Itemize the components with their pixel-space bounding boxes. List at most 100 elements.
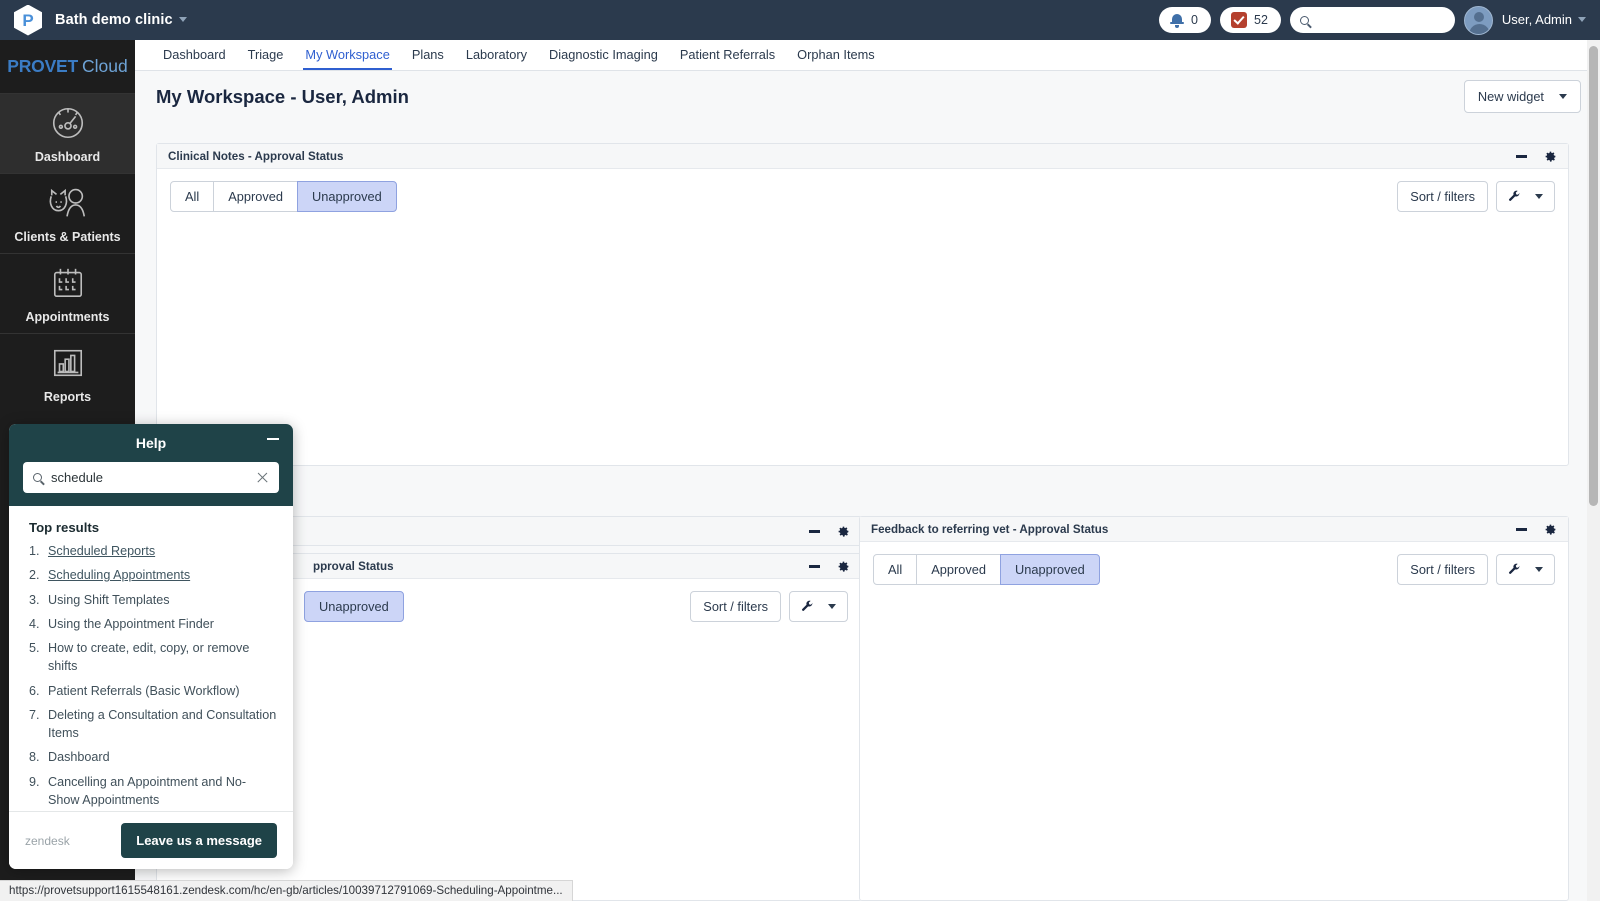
- logo-letter: P: [22, 12, 33, 29]
- sort-filters-button[interactable]: Sort / filters: [1397, 181, 1488, 212]
- global-search[interactable]: [1290, 7, 1455, 33]
- filter-unapproved[interactable]: Unapproved: [1000, 554, 1100, 585]
- main-content: Dashboard Triage My Workspace Plans Labo…: [135, 40, 1600, 901]
- help-panel-footer: zendesk Leave us a message: [9, 811, 293, 869]
- list-item[interactable]: Deleting a Consultation and Consultation…: [29, 706, 277, 743]
- tab-diagnostic-imaging[interactable]: Diagnostic Imaging: [538, 47, 669, 70]
- sidebar-item-label: Appointments: [25, 310, 109, 324]
- help-search[interactable]: [23, 462, 279, 493]
- list-item[interactable]: Patient Referrals (Basic Workflow): [29, 682, 277, 700]
- list-item[interactable]: Using Shift Templates: [29, 591, 277, 609]
- sort-filters-button[interactable]: Sort / filters: [1397, 554, 1488, 585]
- tab-my-workspace[interactable]: My Workspace: [294, 47, 400, 70]
- scrollbar-thumb[interactable]: [1589, 46, 1598, 506]
- minimize-icon[interactable]: [1516, 155, 1527, 158]
- logo-primary-text: PROVET: [7, 56, 78, 77]
- provet-logo-icon: P: [14, 5, 42, 36]
- tab-dashboard[interactable]: Dashboard: [152, 47, 237, 70]
- sidebar-item-label: Reports: [44, 390, 91, 404]
- top-results-heading: Top results: [29, 520, 277, 535]
- gear-icon[interactable]: [1544, 150, 1557, 163]
- wrench-icon: [1508, 190, 1521, 203]
- filter-approved[interactable]: Approved: [916, 554, 1001, 585]
- list-item[interactable]: Cancelling an Appointment and No-Show Ap…: [29, 773, 277, 810]
- sidebar-item-dashboard[interactable]: Dashboard: [0, 93, 135, 173]
- wrench-icon: [801, 600, 814, 613]
- list-item[interactable]: Scheduled Reports: [29, 542, 277, 560]
- notifications-button[interactable]: 0: [1159, 7, 1211, 33]
- tab-patient-referrals[interactable]: Patient Referrals: [669, 47, 786, 70]
- notifications-count: 0: [1191, 13, 1198, 27]
- tasks-button[interactable]: 52: [1220, 7, 1281, 33]
- list-item[interactable]: Scheduling Appointments: [29, 566, 277, 584]
- leave-message-button[interactable]: Leave us a message: [121, 823, 277, 858]
- filter-all[interactable]: All: [873, 554, 917, 585]
- filter-unapproved[interactable]: Unapproved: [304, 591, 404, 622]
- gear-icon[interactable]: [837, 525, 850, 538]
- filter-all[interactable]: All: [170, 181, 214, 212]
- clear-icon[interactable]: [256, 471, 269, 484]
- widget-feedback-referring-vet: Feedback to referring vet - Approval Sta…: [859, 516, 1569, 901]
- gauge-icon: [46, 103, 90, 143]
- gear-icon[interactable]: [837, 560, 850, 573]
- minimize-icon[interactable]: [809, 530, 820, 533]
- clinic-selector[interactable]: Bath demo clinic: [42, 11, 187, 29]
- browser-status-bar: https://provetsupport1615548161.zendesk.…: [0, 880, 573, 901]
- chevron-down-icon: [1578, 17, 1586, 22]
- sidebar-item-label: Clients & Patients: [14, 230, 120, 244]
- result-link[interactable]: Scheduling Appointments: [48, 568, 190, 582]
- help-results-body: Top results Scheduled Reports Scheduling…: [9, 506, 293, 811]
- tab-triage[interactable]: Triage: [237, 47, 295, 70]
- user-menu[interactable]: User, Admin: [1502, 11, 1586, 29]
- avatar[interactable]: [1464, 6, 1493, 35]
- chevron-down-icon: [828, 604, 836, 609]
- widget-title: Feedback to referring vet - Approval Sta…: [871, 523, 1108, 536]
- help-search-input[interactable]: [51, 470, 256, 485]
- calendar-icon: [46, 263, 90, 303]
- tab-laboratory[interactable]: Laboratory: [455, 47, 538, 70]
- tasks-count: 52: [1254, 13, 1268, 27]
- widget-tools-button[interactable]: [1496, 181, 1555, 212]
- chevron-down-icon: [179, 17, 187, 22]
- chevron-down-icon: [1559, 94, 1567, 99]
- widget-tools-button[interactable]: [789, 591, 848, 622]
- widget-header-actions: [809, 525, 850, 538]
- help-results-list: Scheduled Reports Scheduling Appointment…: [29, 542, 277, 809]
- list-item[interactable]: Dashboard: [29, 748, 277, 766]
- minimize-icon[interactable]: [1516, 528, 1527, 531]
- top-bar-right-controls: 0 52 User, Admin: [1159, 6, 1600, 35]
- sort-filters-button[interactable]: Sort / filters: [690, 591, 781, 622]
- sidebar-item-appointments[interactable]: Appointments: [0, 253, 135, 333]
- widget-tools-button[interactable]: [1496, 554, 1555, 585]
- widget-toolbar: All Approved Unapproved Sort / filters: [860, 542, 1568, 597]
- gear-icon[interactable]: [1544, 523, 1557, 536]
- tab-plans[interactable]: Plans: [401, 47, 455, 70]
- help-panel-title: Help: [23, 435, 279, 451]
- minimize-icon[interactable]: [267, 438, 279, 440]
- list-item[interactable]: How to create, edit, copy, or remove shi…: [29, 639, 277, 676]
- checkbox-icon: [1231, 12, 1247, 28]
- widget-header-actions: [1516, 150, 1557, 163]
- widget-header-actions: [809, 560, 850, 573]
- search-input[interactable]: [1315, 13, 1445, 27]
- approval-status-filter-group: Unapproved: [304, 591, 404, 622]
- list-item[interactable]: Using the Appointment Finder: [29, 615, 277, 633]
- sidebar-item-reports[interactable]: Reports: [0, 333, 135, 413]
- approval-status-filter-group: All Approved Unapproved: [873, 554, 1100, 585]
- wrench-icon: [1508, 563, 1521, 576]
- result-link[interactable]: Scheduled Reports: [48, 544, 155, 558]
- widget-tool-right: Sort / filters: [1397, 554, 1555, 585]
- clinic-name-label: Bath demo clinic: [55, 12, 173, 28]
- tab-orphan-items[interactable]: Orphan Items: [786, 47, 886, 70]
- user-name-label: User, Admin: [1502, 12, 1572, 27]
- new-widget-button[interactable]: New widget: [1464, 80, 1581, 113]
- page-scrollbar[interactable]: [1587, 40, 1600, 901]
- page-title: My Workspace - User, Admin: [156, 86, 409, 108]
- help-panel: Help Top results Scheduled Reports Sched…: [9, 424, 293, 869]
- filter-unapproved[interactable]: Unapproved: [297, 181, 397, 212]
- filter-approved[interactable]: Approved: [213, 181, 298, 212]
- minimize-icon[interactable]: [809, 565, 820, 568]
- widget-tool-right: Sort / filters: [690, 591, 848, 622]
- logo-secondary-text: Cloud: [82, 56, 128, 77]
- sidebar-item-clients-patients[interactable]: Clients & Patients: [0, 173, 135, 253]
